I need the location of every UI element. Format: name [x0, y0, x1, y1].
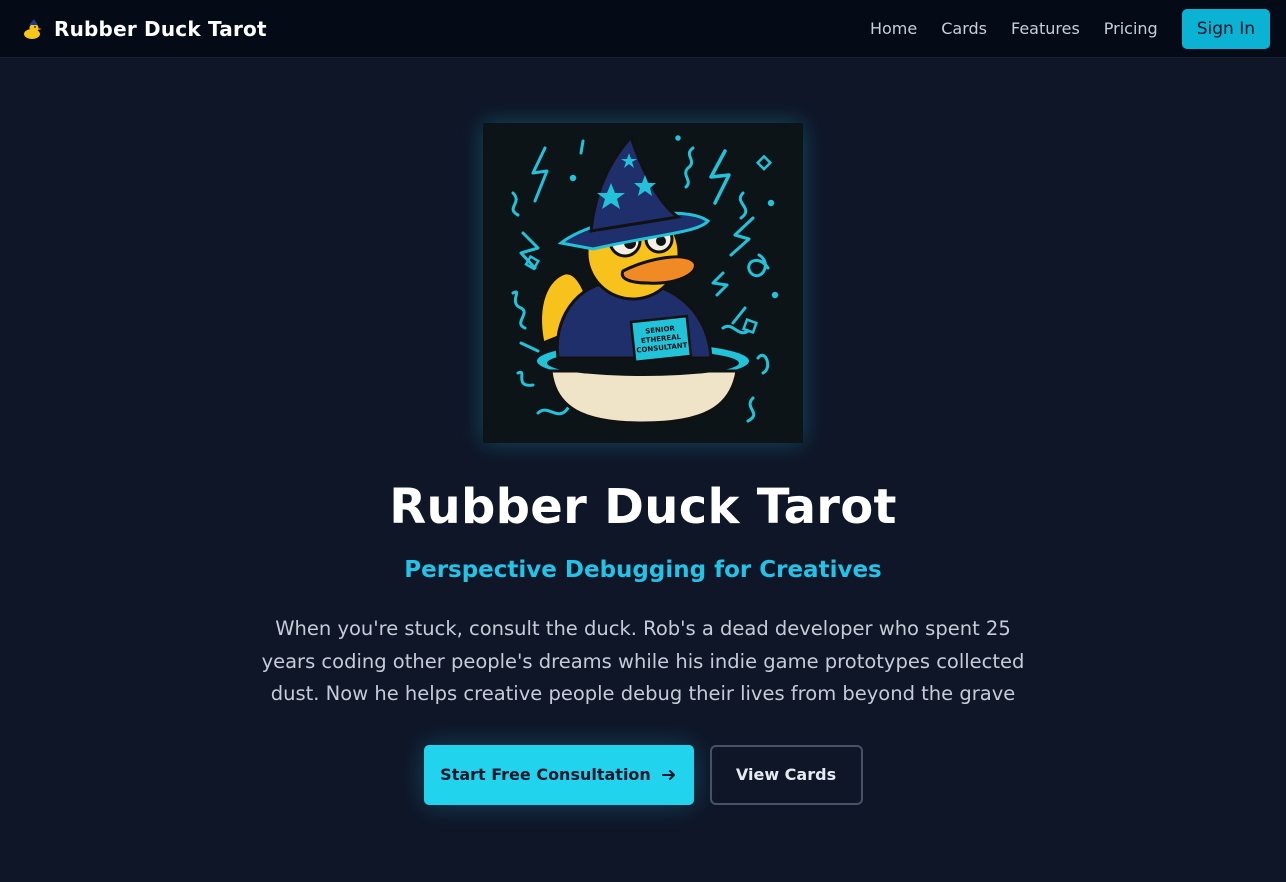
cta-buttons: Start Free Consultation View Cards: [423, 744, 863, 805]
nav-link-home[interactable]: Home: [870, 19, 917, 38]
brand-name: Rubber Duck Tarot: [54, 16, 267, 41]
hero-duck-illustration: SENIOR ETHEREAL CONSULTANT: [483, 123, 803, 443]
wizard-duck-icon: [22, 18, 44, 40]
view-cards-button[interactable]: View Cards: [709, 744, 863, 805]
nav-link-cards[interactable]: Cards: [941, 19, 987, 38]
start-free-consultation-label: Start Free Consultation: [440, 765, 651, 784]
top-navbar: Rubber Duck Tarot Home Cards Features Pr…: [0, 0, 1286, 58]
hero-section: SENIOR ETHEREAL CONSULTANT Rubber Duck T…: [0, 58, 1286, 882]
sign-in-button[interactable]: Sign In: [1181, 8, 1270, 49]
nav-links: Home Cards Features Pricing Sign In: [870, 8, 1270, 49]
nav-link-pricing[interactable]: Pricing: [1104, 19, 1158, 38]
brand[interactable]: Rubber Duck Tarot: [22, 17, 267, 41]
hero-description: When you're stuck, consult the duck. Rob…: [261, 617, 1025, 705]
nav-link-features[interactable]: Features: [1011, 19, 1080, 38]
arrow-right-icon: [661, 767, 677, 783]
hero-title: Rubber Duck Tarot: [389, 479, 897, 535]
hero-subtitle: Perspective Debugging for Creatives: [404, 557, 882, 583]
wizard-rubber-duck-icon: SENIOR ETHEREAL CONSULTANT: [483, 123, 803, 443]
start-free-consultation-button[interactable]: Start Free Consultation: [423, 744, 694, 805]
